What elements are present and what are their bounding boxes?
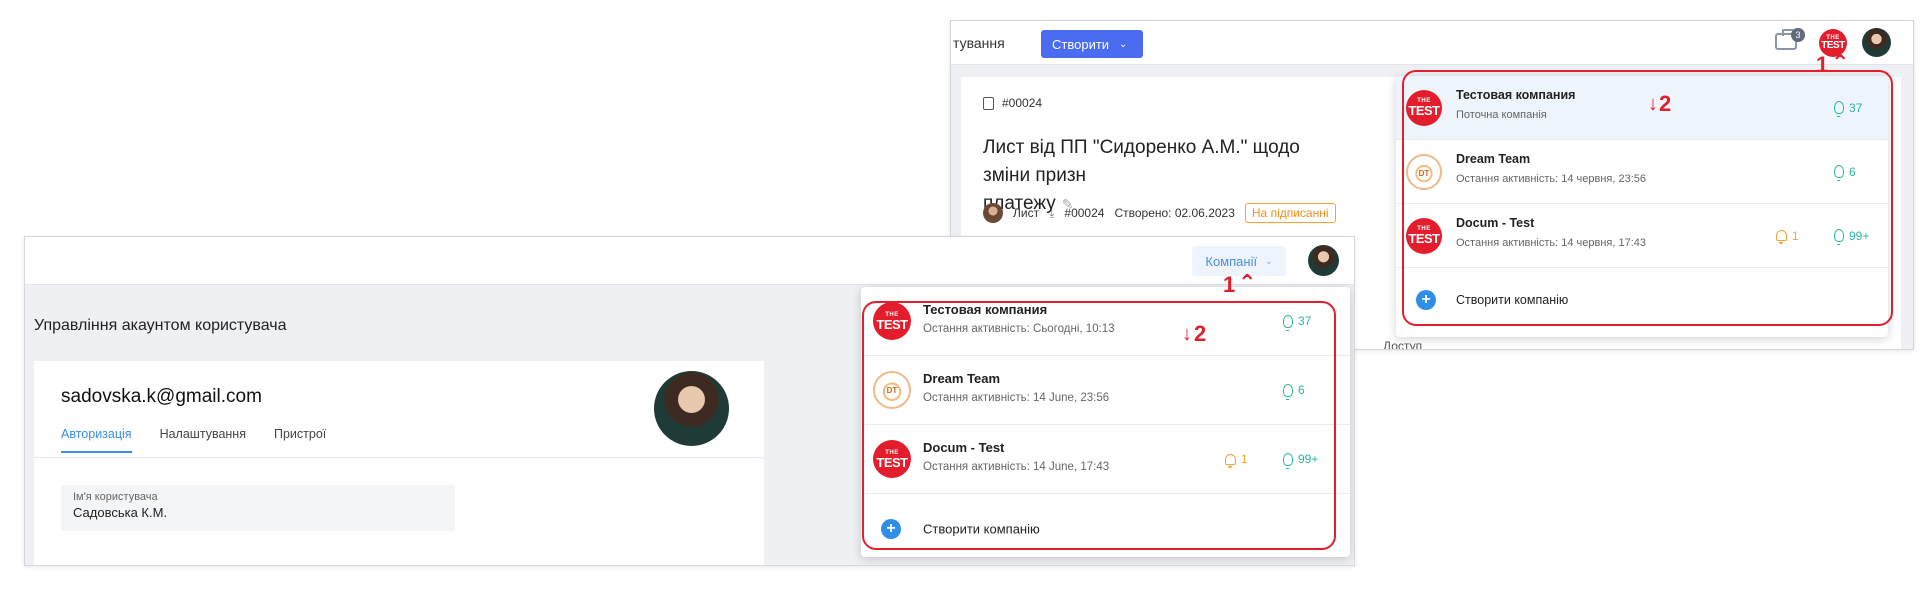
- docum-test-logo: THE TEST: [873, 440, 911, 478]
- front-company-dropdown: THE TEST Тестовая компания Остання актив…: [861, 287, 1350, 557]
- username-field[interactable]: Ім'я користувача Садовська К.М.: [61, 485, 455, 531]
- companies-button-label: Компанії: [1205, 253, 1258, 269]
- tab-authorization[interactable]: Авторизація: [61, 427, 132, 453]
- annotation-arrow-up-icon: ⌃: [1238, 270, 1257, 295]
- bulb-icon: [1283, 383, 1293, 400]
- front-screenshot: Компанії ⌄ Управління акаунтом користува…: [24, 236, 1355, 566]
- user-avatar[interactable]: [1862, 28, 1891, 57]
- account-email: sadovska.k@gmail.com: [61, 386, 262, 407]
- create-button-label: Створити: [1052, 36, 1110, 52]
- username-value: Садовська К.М.: [73, 505, 168, 520]
- user-avatar[interactable]: [1308, 245, 1339, 276]
- company-subtitle: Остання активність: 14 June, 17:43: [923, 461, 1110, 473]
- divider: [34, 457, 764, 458]
- bell-icon: [1776, 230, 1787, 244]
- company-name: Docum - Test: [923, 440, 1005, 455]
- company-subtitle: Остання активність: Сьогодні, 10:13: [923, 323, 1115, 335]
- create-company-item[interactable]: + Створити компанію: [861, 494, 1350, 557]
- status-badge: На підписанні: [1244, 203, 1336, 223]
- ideas-counter: 37: [1283, 314, 1311, 331]
- annotation-arrow-down-icon: ↓: [1182, 323, 1192, 345]
- company-item-docum-test[interactable]: THE TEST Docum - Test Остання активність…: [1396, 204, 1888, 268]
- account-tabs: Авторизація Налаштування Пристрої: [61, 427, 326, 453]
- ideas-counter: 6: [1283, 383, 1305, 400]
- bulb-icon: [1283, 452, 1293, 469]
- company-name: Docum - Test: [1456, 216, 1535, 230]
- plus-icon: +: [881, 518, 901, 539]
- ideas-counter: 99+: [1283, 452, 1318, 469]
- dream-team-logo: [873, 371, 911, 409]
- company-subtitle: Остання активність: 14 червня, 23:56: [1456, 173, 1647, 185]
- annotation-step-1-back: 1: [1816, 52, 1829, 77]
- bulb-icon: [1283, 314, 1293, 331]
- notifications-counter: 1: [1776, 229, 1799, 244]
- annotation-arrow-down-icon: ↓: [1648, 93, 1658, 115]
- breadcrumb[interactable]: тування: [953, 35, 1005, 51]
- create-button[interactable]: Створити ⌄: [1041, 30, 1143, 58]
- test-company-logo: THE TEST: [1406, 89, 1442, 126]
- back-top-bar: тування Створити ⌄ 3 THE TEST: [951, 21, 1913, 65]
- annotation-step-2-back: 2: [1659, 91, 1672, 116]
- create-company-item[interactable]: + Створити компанію: [1396, 268, 1888, 332]
- company-name: Dream Team: [923, 371, 1001, 386]
- ideas-counter: 99+: [1834, 229, 1869, 245]
- company-item-dream-team[interactable]: Dream Team Остання активність: 14 June, …: [861, 356, 1350, 425]
- chevron-down-icon: ⌄: [1119, 38, 1128, 50]
- account-card: sadovska.k@gmail.com Авторизація Налашту…: [34, 361, 764, 565]
- create-company-label: Створити компанію: [923, 521, 1040, 536]
- test-company-logo: THE TEST: [873, 302, 911, 340]
- company-subtitle: Остання активність: 14 червня, 17:43: [1456, 237, 1647, 249]
- document-icon: [983, 96, 994, 110]
- download-icon[interactable]: ⤓: [1049, 206, 1054, 221]
- docum-test-logo: THE TEST: [1406, 217, 1442, 254]
- bell-icon: [1225, 453, 1236, 468]
- notifications-counter: 1: [1225, 452, 1248, 468]
- chevron-down-icon: ⌄: [1265, 255, 1273, 266]
- ideas-counter: 6: [1834, 165, 1856, 181]
- plus-icon: +: [1416, 290, 1436, 310]
- page-title: Управління акаунтом користувача: [34, 317, 287, 334]
- author-avatar: [983, 203, 1003, 223]
- company-item-dream-team[interactable]: Dream Team Остання активність: 14 червня…: [1396, 140, 1888, 204]
- bulb-icon: [1834, 165, 1844, 181]
- briefcase-count-badge: 3: [1791, 28, 1805, 42]
- tab-settings[interactable]: Налаштування: [160, 427, 246, 453]
- access-label: Доступ: [1383, 339, 1423, 350]
- company-subtitle: Поточна компанія: [1456, 109, 1547, 121]
- bulb-icon: [1834, 229, 1844, 245]
- bulb-icon: [1834, 101, 1844, 117]
- profile-photo: [654, 371, 729, 446]
- company-name: Тестовая компания: [923, 302, 1048, 317]
- back-company-dropdown: THE TEST Тестовая компания Поточна компа…: [1396, 76, 1888, 337]
- company-item-test[interactable]: THE TEST Тестовая компания Остання актив…: [861, 287, 1350, 356]
- annotation-step-2-front: 2: [1194, 321, 1207, 346]
- ideas-counter: 37: [1834, 101, 1862, 117]
- annotation-step-1-front: 1: [1223, 272, 1236, 297]
- dream-team-logo: [1406, 153, 1442, 190]
- company-name: Тестовая компания: [1456, 88, 1576, 102]
- create-company-label: Створити компанію: [1456, 293, 1569, 307]
- company-name: Dream Team: [1456, 152, 1531, 166]
- document-meta: Лист ⤓ #00024 Створено: 02.06.2023 На пі…: [983, 203, 1336, 223]
- tab-devices[interactable]: Пристрої: [274, 427, 326, 453]
- annotation-arrow-up-icon: ⌃: [1831, 50, 1850, 75]
- company-item-test[interactable]: THE TEST Тестовая компания Поточна компа…: [1396, 76, 1888, 140]
- company-subtitle: Остання активність: 14 June, 23:56: [923, 392, 1110, 404]
- company-item-docum-test[interactable]: THE TEST Docum - Test Остання активність…: [861, 425, 1350, 494]
- front-top-bar: Компанії ⌄: [25, 237, 1354, 285]
- username-label: Ім'я користувача: [73, 491, 158, 503]
- document-number: #00024: [983, 96, 1042, 110]
